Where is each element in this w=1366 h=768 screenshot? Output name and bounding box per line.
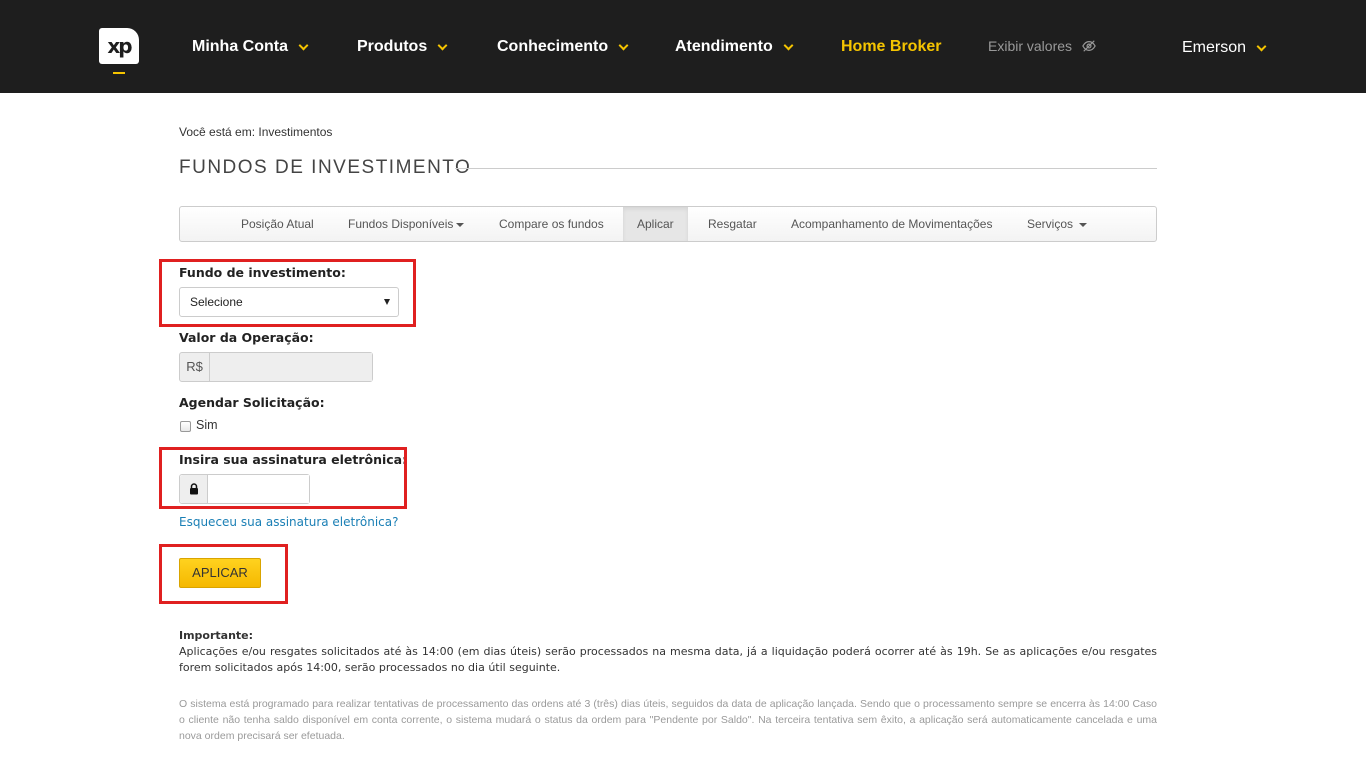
tab-resgatar[interactable]: Resgatar — [694, 207, 771, 241]
tab-label: Resgatar — [708, 217, 757, 231]
tab-label: Aplicar — [637, 217, 674, 231]
chevron-down-icon — [618, 40, 629, 50]
highlight-box-apply — [159, 544, 288, 604]
user-name: Emerson — [1182, 39, 1247, 56]
operation-value-input[interactable] — [210, 353, 372, 381]
nav-label: Home Broker — [841, 38, 942, 55]
schedule-option-label[interactable]: Sim — [196, 418, 218, 432]
highlight-box-signature — [159, 447, 407, 509]
tab-servicos[interactable]: Serviços — [1013, 207, 1101, 241]
important-title: Importante: — [179, 629, 254, 642]
xp-logo[interactable]: xp — [99, 28, 139, 64]
nav-label: Minha Conta — [192, 38, 288, 55]
value-label: Valor da Operação: — [179, 330, 314, 345]
nav-label: Produtos — [357, 38, 428, 55]
title-divider — [455, 168, 1157, 169]
page-title: FUNDOS DE INVESTIMENTO — [179, 157, 472, 178]
nav-minha-conta[interactable]: Minha Conta — [192, 37, 309, 57]
chevron-down-icon — [298, 40, 309, 50]
tab-label: Compare os fundos — [499, 217, 604, 231]
tab-acompanhamento[interactable]: Acompanhamento de Movimentações — [777, 207, 1006, 241]
nav-produtos[interactable]: Produtos — [357, 37, 448, 57]
tab-aplicar[interactable]: Aplicar — [623, 207, 688, 241]
tab-fundos-disponiveis[interactable]: Fundos Disponíveis — [334, 207, 478, 241]
schedule-checkbox[interactable] — [180, 421, 191, 432]
nav-conhecimento[interactable]: Conhecimento — [497, 37, 629, 57]
tab-compare-os-fundos[interactable]: Compare os fundos — [485, 207, 618, 241]
tab-label: Posição Atual — [241, 217, 314, 231]
chevron-down-icon — [783, 40, 794, 50]
user-menu[interactable]: Emerson — [1182, 39, 1267, 57]
exibir-valores-label: Exibir valores — [988, 38, 1073, 54]
operation-value-group: R$ — [179, 352, 373, 382]
chevron-down-icon — [437, 40, 448, 50]
caret-down-icon — [456, 223, 465, 227]
chevron-down-icon — [1256, 41, 1267, 51]
caret-down-icon — [1079, 223, 1088, 227]
eye-slash-icon — [1082, 40, 1096, 52]
tab-label: Fundos Disponíveis — [348, 217, 454, 231]
logo-underline — [113, 72, 125, 74]
nav-label: Atendimento — [675, 38, 773, 55]
fund-tabs: Posição Atual Fundos Disponíveis Compare… — [179, 206, 1157, 242]
tab-label: Serviços — [1027, 217, 1074, 231]
currency-addon: R$ — [180, 353, 210, 381]
schedule-label: Agendar Solicitação: — [179, 395, 325, 410]
exibir-valores-toggle[interactable]: Exibir valores — [988, 38, 1096, 54]
nav-home-broker[interactable]: Home Broker — [841, 37, 941, 57]
top-navigation-bar: xp Minha Conta Produtos Conhecimento Ate… — [0, 0, 1366, 93]
important-text: Aplicações e/ou resgates solicitados até… — [179, 645, 1157, 674]
tab-posicao-atual[interactable]: Posição Atual — [227, 207, 328, 241]
nav-atendimento[interactable]: Atendimento — [675, 37, 794, 57]
highlight-box-fund — [159, 259, 416, 327]
tab-label: Acompanhamento de Movimentações — [791, 217, 993, 231]
logo-text: xp — [107, 34, 132, 58]
forgot-signature-link[interactable]: Esqueceu sua assinatura eletrônica? — [179, 515, 399, 529]
breadcrumb: Você está em: Investimentos — [179, 125, 333, 139]
system-note: O sistema está programado para realizar … — [179, 698, 1157, 742]
nav-label: Conhecimento — [497, 38, 609, 55]
